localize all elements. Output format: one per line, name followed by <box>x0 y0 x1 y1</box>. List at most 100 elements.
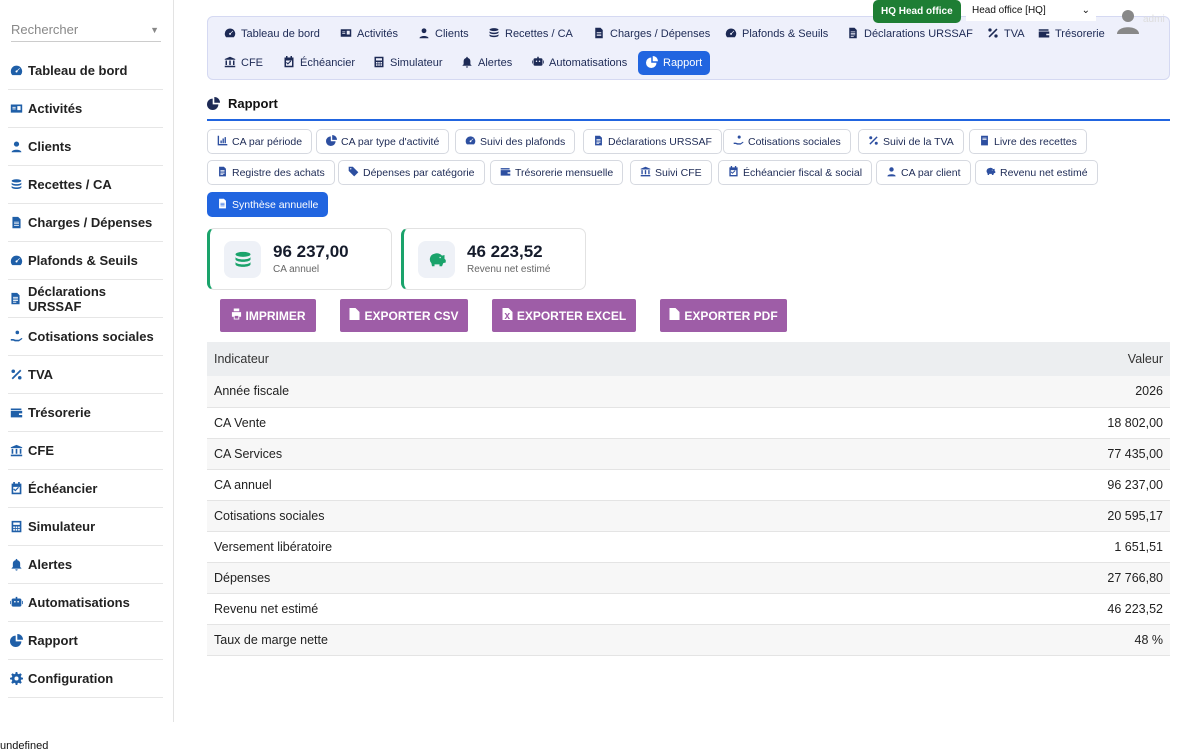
column-header-valeur[interactable]: Valeur <box>848 342 1170 376</box>
column-header-indicateur[interactable]: Indicateur <box>207 342 849 376</box>
indicator-cell: CA annuel <box>207 469 849 501</box>
nav-link-label: Clients <box>435 28 469 40</box>
nav-link-tva[interactable]: TVA <box>979 22 1033 46</box>
sidebar: Rechercher ▼ Tableau de bord Activités Cli… <box>0 0 174 722</box>
table-header-row: Indicateur Valeur <box>207 342 1170 376</box>
nav-link-alertes[interactable]: Alertes <box>453 51 520 75</box>
sidebar-item-tableau-de-bord[interactable]: Tableau de bord <box>8 52 163 90</box>
sidebar-item-echeancier[interactable]: Échéancier <box>8 470 163 508</box>
report-button-ca-par-type-d-activite[interactable]: CA par type d'activité <box>316 129 450 154</box>
piggy-bank-icon <box>418 241 455 278</box>
nav-link-activites[interactable]: Activités <box>332 22 406 46</box>
sidebar-item-tresorerie[interactable]: Trésorerie <box>8 394 163 432</box>
nav-link-tableau-de-bord[interactable]: Tableau de bord <box>216 22 328 46</box>
nav-link-plafonds-seuils[interactable]: Plafonds & Seuils <box>717 22 836 46</box>
indicator-cell: Revenu net estimé <box>207 593 849 625</box>
sidebar-item-label: TVA <box>28 367 54 382</box>
user-icon <box>418 27 430 42</box>
report-button-ca-par-periode[interactable]: CA par période <box>207 129 313 154</box>
calendar-icon <box>728 165 739 180</box>
wallet-icon <box>1038 27 1050 42</box>
sidebar-item-cfe[interactable]: CFE <box>8 432 163 470</box>
report-button-livre-des-recettes[interactable]: Livre des recettes <box>969 129 1087 154</box>
report-button-depenses-par-categorie[interactable]: Dépenses par catégorie <box>338 160 485 185</box>
gauge-icon <box>465 135 476 149</box>
export-excel-button[interactable]: EXPORTER EXCEL <box>492 299 636 332</box>
print-button[interactable]: IMPRIMER <box>220 299 316 332</box>
indicator-cell: Dépenses <box>207 562 849 594</box>
report-button-label: Suivi de la TVA <box>883 135 954 148</box>
nav-link-tresorerie[interactable]: Trésorerie <box>1030 22 1113 46</box>
sidebar-item-clients[interactable]: Clients <box>8 128 163 166</box>
sidebar-item-label: Tableau de bord <box>28 63 128 78</box>
value-cell: 46 223,52 <box>848 593 1170 625</box>
sidebar-item-charges-depenses[interactable]: Charges / Dépenses <box>8 204 163 242</box>
pie-chart-icon <box>326 134 337 149</box>
sidebar-item-label: Charges / Dépenses <box>28 215 153 230</box>
sidebar-item-simulateur[interactable]: Simulateur <box>8 508 163 546</box>
report-button-revenu-net-estime[interactable]: Revenu net estimé <box>975 160 1098 185</box>
report-button-suivi-cfe[interactable]: Suivi CFE <box>630 160 712 185</box>
table-row: CA Vente 18 802,00 <box>207 407 1170 439</box>
table-row: CA Services 77 435,00 <box>207 438 1170 470</box>
report-button-registre-des-achats[interactable]: Registre des achats <box>207 160 335 185</box>
sidebar-item-label: Clients <box>28 139 72 154</box>
file-icon <box>217 198 228 212</box>
kpi-value: 96 237,00 <box>273 242 349 261</box>
file-text-icon <box>847 27 859 42</box>
avatar[interactable] <box>1116 8 1140 34</box>
user-label: admi <box>1143 14 1165 25</box>
report-button-ca-par-client[interactable]: CA par client <box>876 160 971 185</box>
sidebar-item-rapport[interactable]: Rapport <box>8 622 163 660</box>
top-navigation: Tableau de bord Activités Clients Recettes … <box>207 16 1170 80</box>
nav-link-rapport[interactable]: Rapport <box>638 51 711 75</box>
nav-link-automatisations[interactable]: Automatisations <box>524 51 635 75</box>
nav-link-cfe[interactable]: CFE <box>216 51 271 75</box>
report-button-suivi-de-la-tva[interactable]: Suivi de la TVA <box>858 129 964 154</box>
robot-icon <box>532 56 544 71</box>
sidebar-item-label: Déclarations URSSAF <box>27 283 107 314</box>
report-button-tresorerie-mensuelle[interactable]: Trésorerie mensuelle <box>490 160 624 185</box>
report-button-label: Dépenses par catégorie <box>363 166 475 179</box>
file-excel-icon <box>502 308 513 323</box>
nav-link-recettes-ca[interactable]: Recettes / CA <box>480 22 581 46</box>
nav-link-declarations-urssaf[interactable]: Déclarations URSSAF <box>839 22 981 46</box>
report-button-cotisations-sociales[interactable]: Cotisations sociales <box>723 129 851 154</box>
nav-link-charges-depenses[interactable]: Charges / Dépenses <box>585 22 718 46</box>
report-button-synthese-annuelle[interactable]: Synthèse annuelle <box>207 192 329 217</box>
indicator-cell: Taux de marge nette <box>207 624 849 656</box>
building-icon <box>8 444 24 458</box>
value-cell: 1 651,51 <box>848 531 1170 563</box>
sidebar-item-automatisations[interactable]: Automatisations <box>8 584 163 622</box>
page-title: Rapport <box>207 94 1170 121</box>
sidebar-item-tva[interactable]: TVA <box>8 356 163 394</box>
sidebar-item-recettes-ca[interactable]: Recettes / CA <box>8 166 163 204</box>
sidebar-item-declarations-urssaf[interactable]: Déclarations URSSAF <box>8 280 163 318</box>
sidebar-item-activites[interactable]: Activités <box>8 90 163 128</box>
export-csv-button[interactable]: EXPORTER CSV <box>340 299 468 332</box>
gauge-icon <box>725 27 737 42</box>
sidebar-item-alertes[interactable]: Alertes <box>8 546 163 584</box>
nav-link-simulateur[interactable]: Simulateur <box>365 51 451 75</box>
export-pdf-button[interactable]: EXPORTER PDF <box>660 299 787 332</box>
value-cell: 27 766,80 <box>848 562 1170 594</box>
search-input[interactable]: Rechercher ▼ <box>11 18 161 42</box>
nav-link-echeancier[interactable]: Échéancier <box>275 51 363 75</box>
sidebar-item-label: Plafonds & Seuils <box>28 253 138 268</box>
report-button-label: Trésorerie mensuelle <box>515 166 614 179</box>
report-button-declarations-urssaf[interactable]: Déclarations URSSAF <box>583 129 722 154</box>
table-row: Taux de marge nette 48 % <box>207 624 1170 656</box>
sidebar-item-configuration[interactable]: Configuration <box>8 660 163 698</box>
nav-link-clients[interactable]: Clients <box>410 22 477 46</box>
report-button-echeancier-fiscal-social[interactable]: Échéancier fiscal & social <box>718 160 873 185</box>
pie-chart-icon <box>646 55 658 71</box>
kpi-card-ca-annuel: 96 237,00 CA annuel <box>207 228 392 290</box>
sidebar-item-plafonds-seuils[interactable]: Plafonds & Seuils <box>8 242 163 280</box>
report-button-label: Suivi CFE <box>655 166 702 179</box>
sidebar-item-cotisations-sociales[interactable]: Cotisations sociales <box>8 318 163 356</box>
sidebar-item-label: Alertes <box>28 557 73 572</box>
office-badge: HQ Head office <box>873 0 961 23</box>
chevron-down-icon[interactable]: ▼ <box>150 18 159 42</box>
office-select[interactable]: Head office [HQ] ⌄ <box>966 1 1096 21</box>
report-button-suivi-des-plafonds[interactable]: Suivi des plafonds <box>455 129 576 154</box>
